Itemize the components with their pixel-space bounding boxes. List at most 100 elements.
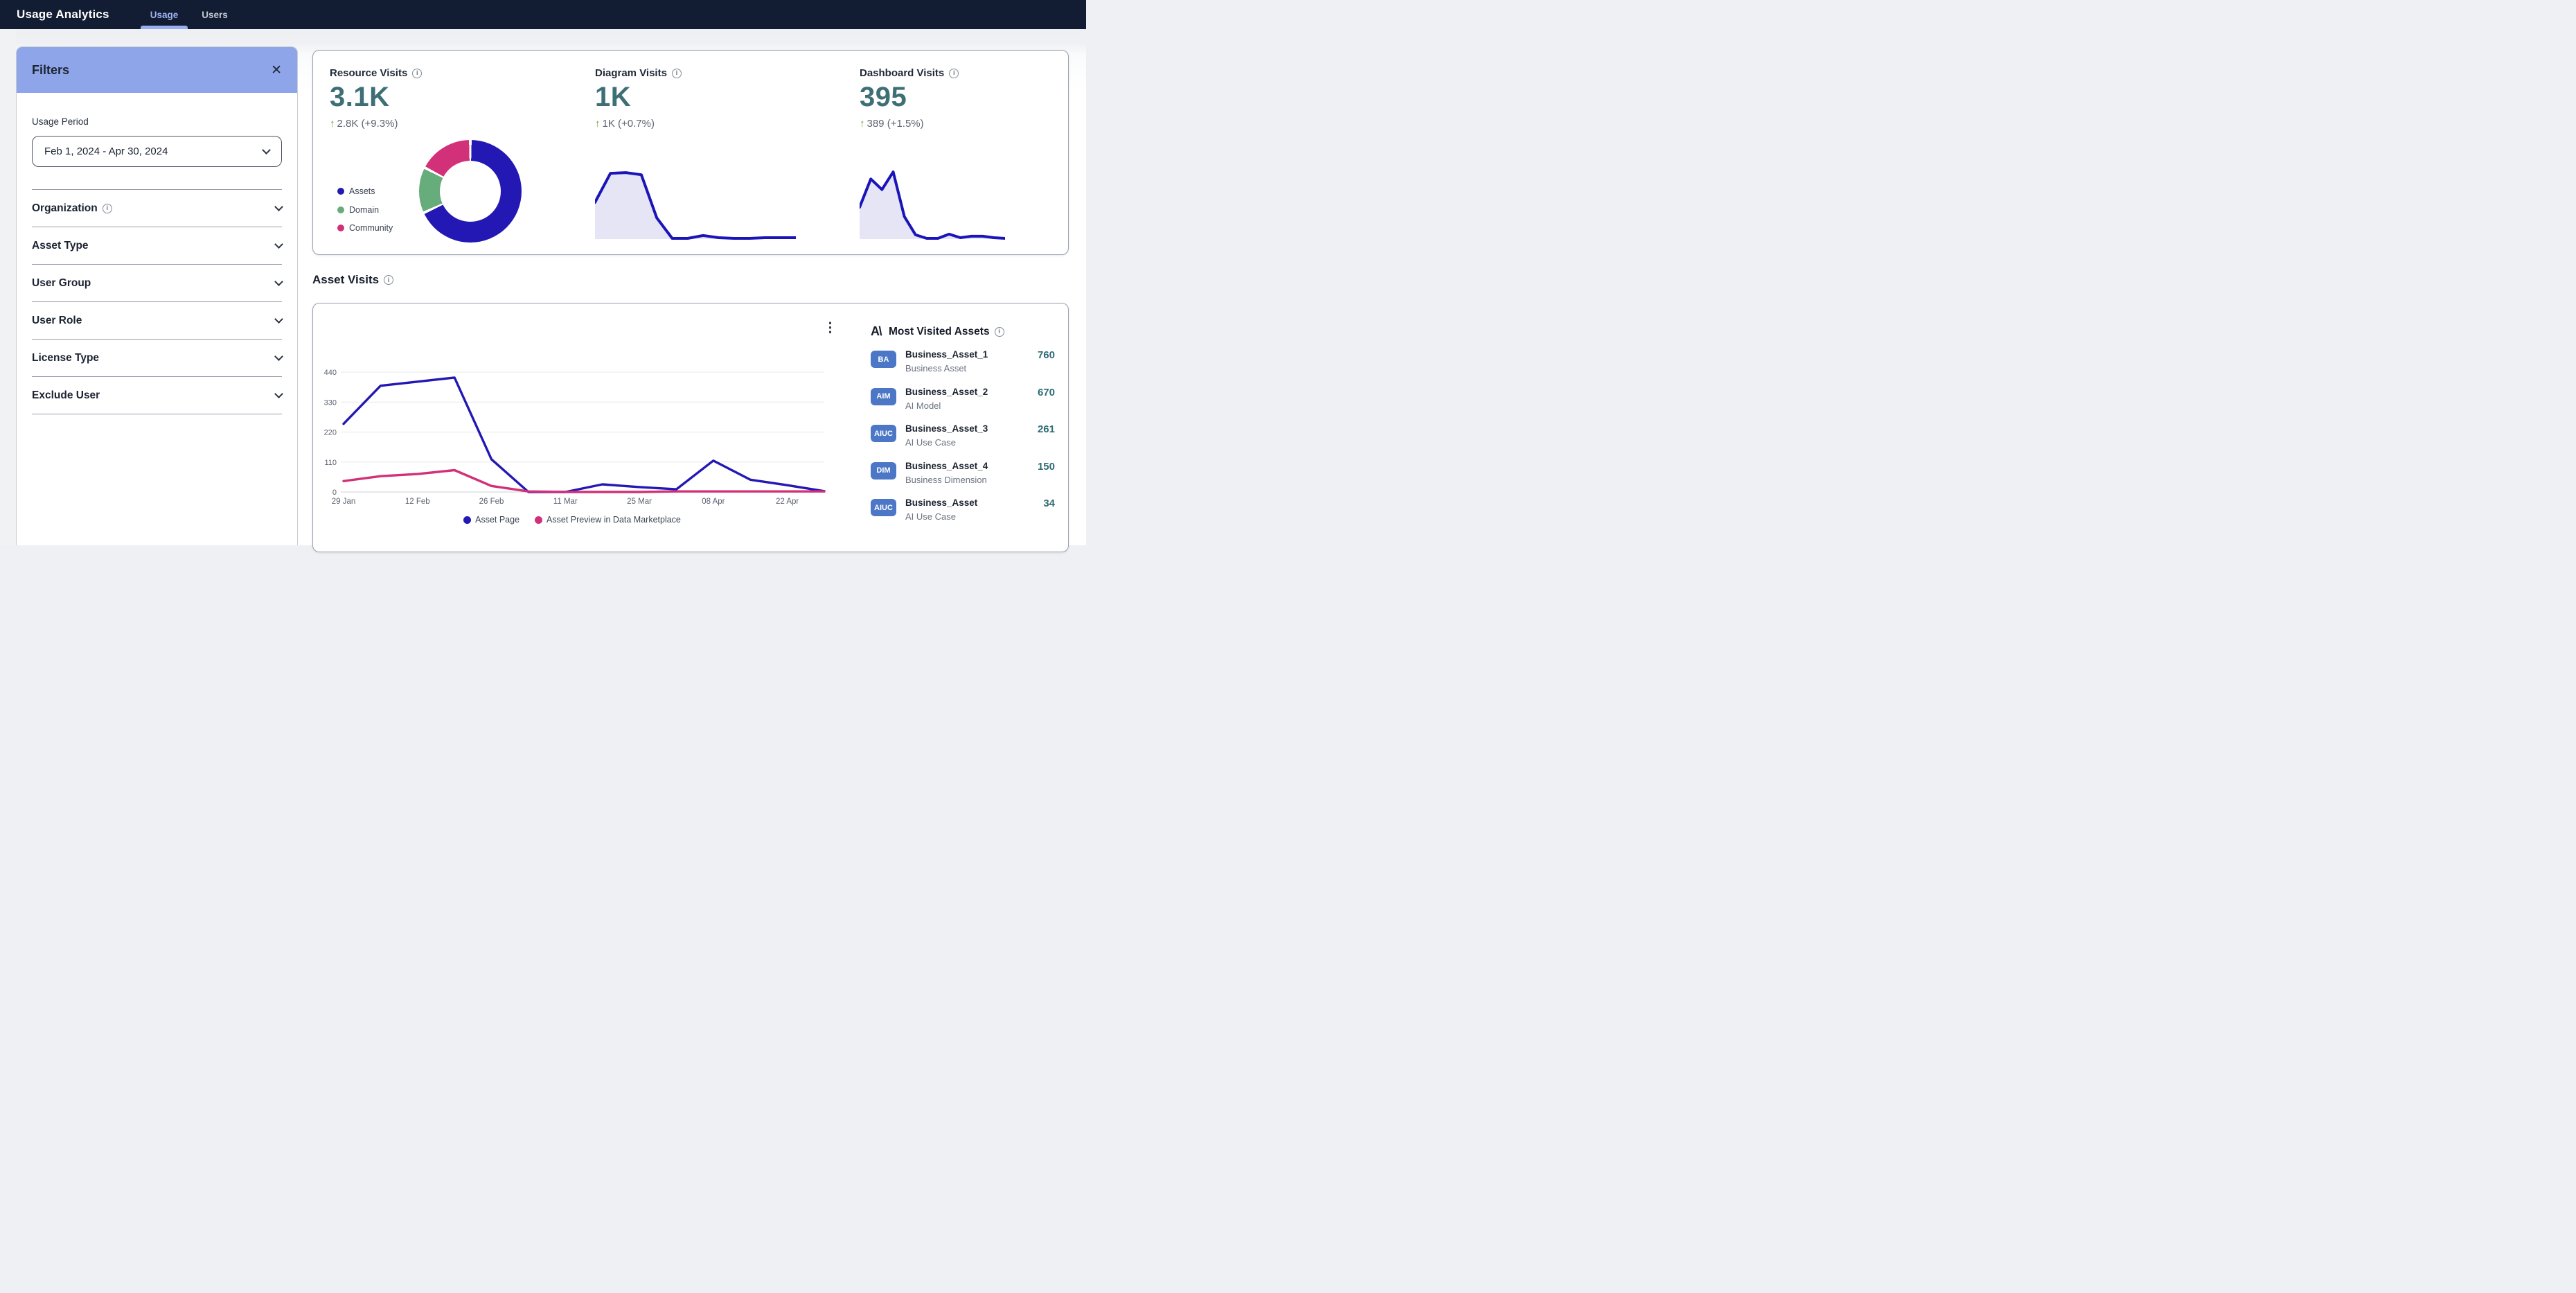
usage-period-select[interactable]: Feb 1, 2024 - Apr 30, 2024 (32, 136, 282, 167)
resource-visits-donut (419, 140, 522, 243)
svg-text:440: 440 (324, 369, 337, 377)
app-title: Usage Analytics (17, 8, 109, 21)
chevron-down-icon (262, 146, 271, 155)
kpi-resource-change-text: 2.8K (+9.3%) (337, 118, 398, 130)
filter-section-exclude-user[interactable]: Exclude User (32, 377, 282, 414)
tab-users-label: Users (202, 10, 228, 20)
info-icon[interactable]: i (672, 69, 682, 78)
filter-section-license-type[interactable]: License Type (32, 340, 282, 377)
asset-page-dot-icon (463, 516, 471, 524)
asset-name[interactable]: Business_Asset_3 (905, 423, 988, 434)
filter-section-organization[interactable]: Organizationi (32, 190, 282, 227)
tab-usage[interactable]: Usage (139, 0, 190, 29)
asset-visit-count: 760 (1038, 349, 1055, 361)
svg-text:330: 330 (324, 398, 337, 407)
chevron-down-icon (274, 389, 283, 398)
kpi-dashboard-change: ↑ 389 (+1.5%) (860, 118, 924, 130)
asset-visits-title-text: Asset Visits (312, 273, 379, 287)
usage-period-label: Usage Period (32, 116, 282, 127)
domain-dot-icon (337, 206, 344, 213)
svg-text:22 Apr: 22 Apr (776, 498, 799, 506)
asset-visit-count: 261 (1038, 423, 1055, 435)
most-visited-list: BABusiness_Asset_1Business Asset760AIMBu… (871, 349, 1056, 534)
svg-text:11 Mar: 11 Mar (553, 498, 578, 506)
svg-text:25 Mar: 25 Mar (627, 498, 652, 506)
chevron-down-icon (274, 277, 283, 286)
legend-item-community: Community (337, 219, 393, 238)
kpi-resource-value: 3.1K (330, 82, 390, 113)
info-icon[interactable]: i (995, 327, 1004, 337)
asset-type-badge: DIM (871, 462, 896, 480)
svg-text:12 Feb: 12 Feb (405, 498, 430, 506)
most-visited-title: Most Visited Assets (889, 326, 990, 338)
asset-visits-legend: Asset Page Asset Preview in Data Marketp… (316, 515, 828, 525)
arrow-up-icon: ↑ (595, 118, 601, 130)
left-margin-strip (0, 29, 16, 545)
nav-tabs: Usage Users (139, 0, 240, 29)
legend-assets-label: Assets (349, 186, 375, 196)
filters-panel: Filters ✕ Usage Period Feb 1, 2024 - Apr… (16, 46, 298, 545)
filter-section-label: License Type (32, 352, 99, 364)
asset-type: AI Model (905, 401, 941, 411)
donut-legend: Assets Domain Community (337, 182, 393, 238)
info-icon[interactable]: i (412, 69, 422, 78)
chevron-down-icon (274, 240, 283, 249)
most-visited-item[interactable]: AIUC Business_Asset_3 AI Use Case 261 (871, 423, 1056, 460)
asset-preview-dot-icon (535, 516, 542, 524)
kpi-card: Resource Visits i 3.1K ↑ 2.8K (+9.3%) As… (312, 50, 1069, 255)
chevron-down-icon (274, 202, 283, 211)
dashboard-visits-spark (860, 164, 1005, 243)
svg-text:08 Apr: 08 Apr (702, 498, 725, 506)
assets-dot-icon (337, 188, 344, 195)
usage-analytics-page: Usage Analytics Usage Users Filters ✕ Us… (0, 0, 1086, 545)
asset-name[interactable]: Business_Asset_1 (905, 349, 988, 360)
asset-name[interactable]: Business_Asset_2 (905, 387, 988, 397)
kpi-diagram-title-text: Diagram Visits (595, 67, 667, 79)
most-visited-panel: A\ Most Visited Assets i BA Business_Asse… (871, 324, 1056, 534)
close-icon[interactable]: ✕ (271, 64, 282, 77)
filter-section-label: Exclude User (32, 389, 100, 402)
most-visited-item[interactable]: BABusiness_Asset_1Business Asset760 (871, 349, 1056, 386)
asset-visits-chart: 011022033044029 Jan12 Feb26 Feb11 Mar25 … (316, 345, 828, 506)
tab-users[interactable]: Users (190, 0, 240, 29)
filter-section-label: Organizationi (32, 202, 112, 215)
asset-type-badge: AIUC (871, 425, 896, 442)
filter-section-user-role[interactable]: User Role (32, 302, 282, 340)
asset-type: AI Use Case (905, 437, 956, 448)
kpi-resource-change: ↑ 2.8K (+9.3%) (330, 118, 398, 130)
donut-hole (440, 161, 501, 222)
info-icon[interactable]: i (384, 275, 393, 285)
most-visited-item[interactable]: DIMBusiness_Asset_4Business Dimension150 (871, 460, 1056, 498)
asset-type: AI Use Case (905, 511, 956, 522)
asset-type-badge: AIUC (871, 499, 896, 516)
asset-visit-count: 670 (1038, 387, 1055, 398)
asset-visits-card: ⋮ 011022033044029 Jan12 Feb26 Feb11 Mar2… (312, 303, 1069, 552)
filter-section-asset-type[interactable]: Asset Type (32, 227, 282, 265)
usage-period-value: Feb 1, 2024 - Apr 30, 2024 (44, 146, 168, 157)
chevron-down-icon (274, 352, 283, 361)
asset-name[interactable]: Business_Asset_4 (905, 461, 988, 471)
asset-visits-heading: Asset Visits i (312, 273, 393, 287)
community-dot-icon (337, 225, 344, 231)
top-nav: Usage Analytics Usage Users (0, 0, 1086, 29)
asset-visit-count: 34 (1043, 498, 1055, 509)
most-visited-header: A\ Most Visited Assets i (871, 324, 1056, 339)
svg-text:29 Jan: 29 Jan (332, 498, 356, 506)
kpi-resource-visits: Resource Visits i 3.1K ↑ 2.8K (+9.3%) As… (330, 51, 579, 254)
filter-section-user-group[interactable]: User Group (32, 265, 282, 302)
info-icon[interactable]: i (949, 69, 959, 78)
legend-item-asset-page: Asset Page (463, 515, 519, 525)
most-visited-item[interactable]: AIUC Business_Asset AI Use Case 34 (871, 497, 1056, 534)
info-icon[interactable]: i (103, 204, 112, 213)
filter-section-label: User Role (32, 315, 82, 327)
most-visited-item[interactable]: AIMBusiness_Asset_2AI Model670 (871, 386, 1056, 423)
legend-asset-page-label: Asset Page (475, 515, 519, 525)
chevron-down-icon (274, 315, 283, 324)
filter-section-label: Asset Type (32, 240, 89, 252)
asset-name[interactable]: Business_Asset (905, 498, 977, 508)
kpi-dashboard-value: 395 (860, 82, 907, 113)
asset-type-badge: BA (871, 351, 896, 368)
kebab-menu-icon[interactable]: ⋮ (824, 322, 837, 335)
svg-text:26 Feb: 26 Feb (479, 498, 504, 506)
arrow-up-icon: ↑ (860, 118, 865, 130)
